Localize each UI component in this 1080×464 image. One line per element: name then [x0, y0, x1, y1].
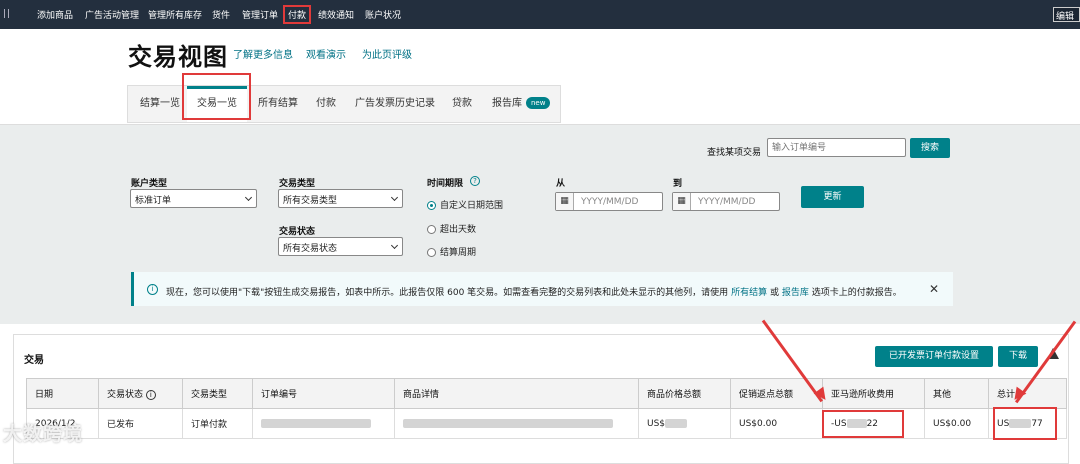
tab-highlight-box — [182, 73, 251, 120]
watermark: 大数跨境 — [3, 423, 84, 445]
info-icon: i — [147, 284, 158, 295]
tx-type-label: 交易类型 — [279, 179, 316, 189]
to-label: 到 — [673, 179, 683, 189]
calendar-icon: ▦ — [556, 193, 574, 210]
help-icon[interactable]: ? — [470, 176, 480, 186]
row-price-prefix: US$ — [647, 418, 666, 429]
radio-custom-range[interactable]: 自定义日期范围 — [427, 198, 503, 211]
row-price: US$ — [638, 408, 731, 439]
radio-settlement-period[interactable]: 结算周期 — [427, 245, 476, 258]
col-product-details[interactable]: 商品详情 — [394, 378, 639, 409]
row-promo: US$0.00 — [730, 408, 823, 439]
edit-button[interactable]: 编辑 — [1053, 7, 1080, 22]
to-date-input[interactable]: ▦ YYYY/MM/DD — [672, 192, 780, 211]
chevron-down-icon — [244, 193, 253, 202]
info-banner: i 现在，您可以使用"下载"按钮生成交易报告，如表中所示。此报告仅限 600 笔… — [131, 272, 953, 306]
table-row[interactable]: 2026/1/2 已发布 订单付款 US$ US$0.00 -US 22 US$0… — [26, 408, 1067, 439]
tab-payments[interactable]: 付款 — [316, 86, 336, 122]
update-button[interactable]: 更新 — [801, 186, 864, 208]
row-status: 已发布 — [98, 408, 183, 439]
row-product-details — [394, 408, 639, 439]
radio-selected-icon — [427, 201, 436, 210]
tx-status-label: 交易状态 — [279, 227, 316, 237]
tab-settlement-summary[interactable]: 结算一览 — [140, 86, 180, 122]
nav-manage-orders[interactable]: 管理订单 — [242, 8, 278, 21]
table-header-row: 日期 交易状态 i 交易类型 订单编号 商品详情 商品价格总额 促销返点总额 亚… — [26, 378, 1067, 409]
col-status-label: 交易状态 — [107, 390, 144, 400]
redacted-product — [403, 418, 613, 428]
tab-report-library[interactable]: 报告库 new — [492, 86, 551, 122]
from-label: 从 — [556, 179, 566, 189]
calendar-icon: ▦ — [673, 193, 691, 210]
row-order-id[interactable] — [252, 408, 395, 439]
nav-add-product[interactable]: 添加商品 — [37, 8, 73, 21]
redacted-price — [665, 418, 688, 428]
invoiced-order-settings-button[interactable]: 已开发票订单付款设置 — [875, 346, 993, 367]
radio-custom-range-label: 自定义日期范围 — [440, 201, 504, 211]
transactions-table: 日期 交易状态 i 交易类型 订单编号 商品详情 商品价格总额 促销返点总额 亚… — [26, 378, 1067, 439]
tab-advertising-invoice-history[interactable]: 广告发票历史记录 — [355, 86, 435, 122]
menu-icon[interactable] — [4, 9, 9, 18]
col-product-price-total[interactable]: 商品价格总额 — [638, 378, 731, 409]
col-order-id[interactable]: 订单编号 — [252, 378, 395, 409]
col-type[interactable]: 交易类型 — [182, 378, 253, 409]
top-nav: 添加商品 广告活动管理 管理所有库存 货件 管理订单 付款 绩效通知 账户状况 … — [0, 0, 1080, 29]
info-icon[interactable]: i — [145, 390, 156, 400]
tab-all-settlements[interactable]: 所有结算 — [258, 86, 298, 122]
all-settlements-link[interactable]: 所有结算 — [731, 288, 767, 298]
nav-manage-inventory[interactable]: 管理所有库存 — [148, 8, 202, 21]
watch-demo-link[interactable]: 观看演示 — [306, 46, 346, 61]
search-input[interactable] — [767, 138, 906, 157]
time-period-label: 时间期限 — [427, 179, 464, 189]
tx-type-value: 所有交易类型 — [283, 196, 338, 206]
nav-campaign-manager[interactable]: 广告活动管理 — [85, 8, 139, 21]
total-highlight-box — [993, 407, 1057, 440]
to-date-placeholder: YYYY/MM/DD — [698, 197, 756, 207]
radio-icon — [427, 248, 436, 257]
info-text-c: 选项卡上的付款报告。 — [811, 288, 902, 298]
chevron-down-icon — [390, 241, 399, 250]
from-date-placeholder: YYYY/MM/DD — [581, 197, 639, 207]
tx-status-value: 所有交易状态 — [283, 244, 338, 254]
nav-payments[interactable]: 付款 — [283, 5, 312, 24]
radio-past-days[interactable]: 超出天数 — [427, 222, 476, 235]
redacted-order-id — [261, 418, 371, 428]
search-button[interactable]: 搜索 — [910, 138, 950, 158]
col-status[interactable]: 交易状态 i — [98, 378, 183, 409]
info-text-b: 或 — [769, 288, 779, 298]
chevron-down-icon — [390, 193, 399, 202]
col-date[interactable]: 日期 — [26, 378, 99, 409]
tx-status-select[interactable]: 所有交易状态 — [278, 237, 403, 256]
nav-account-health[interactable]: 账户状况 — [365, 8, 401, 21]
tab-loans[interactable]: 贷款 — [452, 86, 472, 122]
info-text-a: 现在，您可以使用"下载"按钮生成交易报告，如表中所示。此报告仅限 600 笔交易… — [166, 288, 729, 298]
tx-type-select[interactable]: 所有交易类型 — [278, 189, 403, 208]
account-type-label: 账户类型 — [131, 179, 168, 189]
account-type-select[interactable]: 标准订单 — [130, 189, 257, 208]
search-label: 查找某项交易 — [707, 148, 762, 158]
nav-performance-notifications[interactable]: 绩效通知 — [318, 8, 354, 21]
rate-page-link[interactable]: 为此页评级 — [362, 46, 412, 61]
info-message: 现在，您可以使用"下载"按钮生成交易报告，如表中所示。此报告仅限 600 笔交易… — [166, 285, 902, 298]
col-amazon-fees[interactable]: 亚马逊所收费用 — [822, 378, 925, 409]
new-badge: new — [526, 97, 551, 109]
tab-report-library-label: 报告库 — [492, 98, 522, 109]
fee-highlight-box — [822, 410, 904, 438]
row-type: 订单付款 — [182, 408, 253, 439]
page-title: 交易视图 — [128, 43, 228, 71]
from-date-input[interactable]: ▦ YYYY/MM/DD — [555, 192, 663, 211]
nav-shipments[interactable]: 货件 — [212, 8, 230, 21]
close-icon[interactable]: ✕ — [929, 282, 939, 296]
radio-icon — [427, 225, 436, 234]
radio-settlement-period-label: 结算周期 — [440, 248, 477, 258]
learn-more-link[interactable]: 了解更多信息 — [233, 46, 293, 61]
radio-past-days-label: 超出天数 — [440, 225, 477, 235]
row-other: US$0.00 — [924, 408, 989, 439]
account-type-value: 标准订单 — [135, 196, 172, 206]
report-library-link[interactable]: 报告库 — [782, 288, 809, 298]
card-title: 交易 — [24, 355, 44, 366]
download-button[interactable]: 下载 — [998, 346, 1038, 367]
col-other[interactable]: 其他 — [924, 378, 989, 409]
